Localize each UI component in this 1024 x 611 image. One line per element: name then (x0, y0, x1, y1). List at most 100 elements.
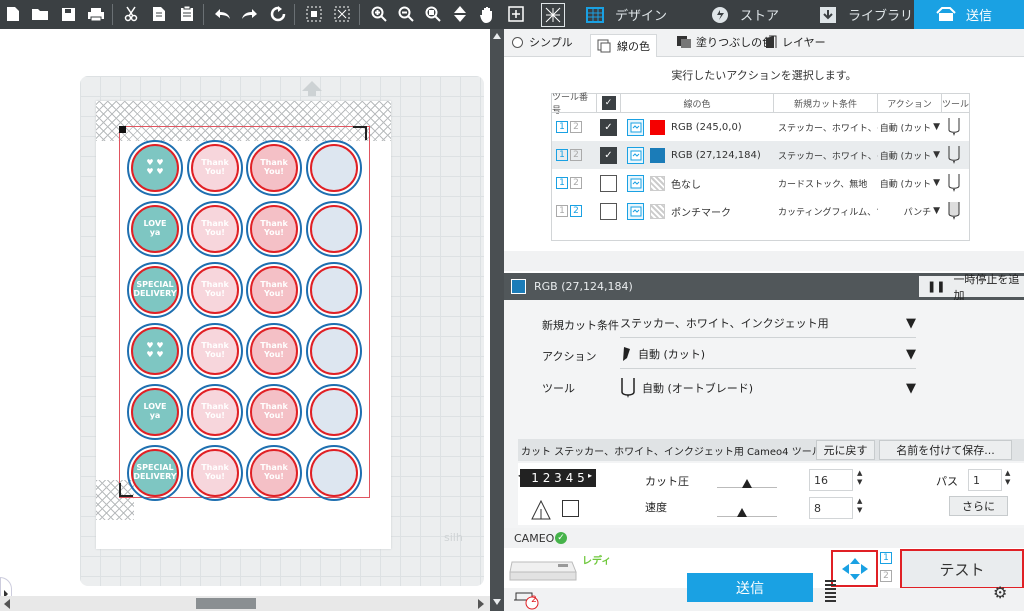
tab-fill-color[interactable]: 塗りつぶしの色 (676, 34, 773, 50)
redraw-icon[interactable] (267, 3, 289, 25)
new-cut-condition-dropdown[interactable]: ステッカー、ホワイト、インクジェット用 ▼ (620, 312, 916, 334)
checkbox-icon[interactable] (600, 174, 617, 192)
tab-design[interactable]: デザイン (585, 0, 692, 29)
tool-1-box[interactable]: 1 (556, 121, 568, 133)
sticker[interactable]: Thank You! (187, 384, 243, 440)
sticker[interactable]: ♥ ♥ ♥ ♥ (127, 140, 183, 196)
sticker[interactable]: Thank You! (187, 140, 243, 196)
sticker[interactable] (306, 323, 362, 379)
row-checkbox[interactable] (600, 169, 617, 197)
table-row[interactable]: 12 ポンチマーク カッティングフィルム、マッパンチ▼ (552, 197, 969, 225)
tool-cell[interactable] (947, 113, 961, 141)
scroll-down-arrow-icon[interactable] (493, 599, 501, 605)
table-row[interactable]: 12 ✓ RGB (245,0,0) ステッカー、ホワイト、イン自動 (カット▼ (552, 113, 969, 141)
copy-icon[interactable] (148, 3, 170, 25)
copy-settings-icon[interactable] (627, 202, 644, 220)
sticker[interactable]: SPECIAL DELIVERY (127, 445, 183, 501)
horizontal-scrollbar[interactable] (0, 596, 490, 611)
cut-scissors-icon[interactable] (120, 3, 142, 25)
row-checkbox[interactable] (600, 197, 617, 225)
sticker[interactable]: Thank You! (187, 323, 243, 379)
tab-simple[interactable]: シンプル (512, 34, 573, 50)
speed-slider[interactable] (717, 495, 777, 517)
scroll-thumb[interactable] (196, 598, 256, 609)
add-pause-button[interactable]: ❚❚ 一時停止を追加 (919, 273, 1024, 302)
sticker[interactable] (306, 262, 362, 318)
row-checkbox[interactable]: ✓ (600, 113, 617, 141)
sticker[interactable] (306, 140, 362, 196)
blade-right-arrow-icon[interactable]: ▸ (588, 471, 592, 480)
paste-icon[interactable] (176, 3, 198, 25)
cut-condition-cell[interactable]: ステッカー、ホワイト、イン (778, 141, 878, 169)
pass-input[interactable]: 1 (968, 469, 1002, 491)
tab-line-color[interactable]: 線の色 (590, 34, 657, 57)
row-checkbox[interactable]: ✓ (600, 141, 617, 169)
zoom-fit-icon[interactable] (422, 3, 444, 25)
sticker[interactable]: Thank You! (246, 201, 302, 257)
cut-condition-cell[interactable]: ステッカー、ホワイト、イン (778, 113, 878, 141)
sticker[interactable]: Thank You! (246, 262, 302, 318)
checkbox-icon[interactable]: ✓ (600, 118, 617, 136)
action-dropdown[interactable]: 自動 (カット) ▼ (620, 343, 916, 365)
sticker[interactable]: Thank You! (246, 140, 302, 196)
cut-condition-cell[interactable]: カードストック、無地 (778, 169, 878, 197)
scroll-left-arrow-icon[interactable] (4, 599, 10, 609)
redo-icon[interactable] (239, 3, 261, 25)
pan-hand-icon[interactable] (476, 3, 498, 25)
table-row[interactable]: 12 ✓ RGB (27,124,184) ステッカー、ホワイト、イン自動 (カット▼ (552, 141, 969, 169)
tool-2-box[interactable]: 2 (570, 177, 582, 189)
tool-2-box[interactable]: 2 (570, 121, 582, 133)
scroll-up-arrow-icon[interactable] (493, 33, 501, 39)
select-all-icon[interactable] (303, 3, 325, 25)
tool-2-box[interactable]: 2 (570, 149, 582, 161)
move-blade-button[interactable] (831, 550, 878, 587)
check-all-icon[interactable]: ✓ (601, 96, 616, 110)
tool-dropdown[interactable]: 自動 (オートブレード) ▼ (620, 374, 916, 402)
more-button[interactable]: さらに (949, 496, 1008, 516)
open-folder-icon[interactable] (29, 3, 51, 25)
design-panel-icon[interactable] (541, 3, 565, 27)
action-cell[interactable]: 自動 (カット ▼ (880, 141, 940, 169)
add-page-icon[interactable] (505, 3, 527, 25)
action-cell[interactable]: 自動 (カット ▼ (880, 113, 940, 141)
tool-number-cell[interactable]: 12 (556, 197, 584, 225)
tool-2-indicator[interactable]: 2 (880, 570, 892, 582)
sticker[interactable] (306, 384, 362, 440)
checkbox-icon[interactable]: ✓ (600, 146, 617, 164)
tool-cell[interactable] (947, 169, 961, 197)
sticker[interactable]: LOVE ya (127, 384, 183, 440)
sticker[interactable]: Thank You! (246, 445, 302, 501)
design-canvas[interactable]: ♥ ♥ ♥ ♥ Thank You! Thank You! LOVE ya Thank … (0, 29, 490, 611)
copy-settings-icon[interactable] (627, 118, 644, 136)
cut-condition-cell[interactable]: カッティングフィルム、マッ (778, 197, 878, 225)
copy-settings-icon[interactable] (627, 146, 644, 164)
col-check-all[interactable]: ✓ (597, 94, 621, 112)
table-row[interactable]: 1 2 色なし カードストック、無地 自動 (カット ▼ (552, 169, 969, 197)
tool-cell[interactable] (947, 141, 961, 169)
sticker[interactable] (306, 445, 362, 501)
vertical-scrollbar[interactable] (490, 29, 504, 611)
tab-library[interactable]: ライブラリ (816, 0, 926, 29)
sticker[interactable]: Thank You! (246, 323, 302, 379)
sticker[interactable]: Thank You! (246, 384, 302, 440)
sticker[interactable]: ♥ ♥ ♥ ♥ (127, 323, 183, 379)
sticker[interactable]: LOVE ya (127, 201, 183, 257)
blade-left-arrow-icon[interactable]: ◂ (518, 471, 522, 480)
tool-2-box[interactable]: 2 (570, 205, 582, 217)
tab-layer[interactable]: レイヤー (765, 34, 826, 50)
square-tool-icon[interactable] (562, 500, 579, 517)
sticker[interactable]: Thank You! (187, 262, 243, 318)
gear-icon[interactable]: ⚙ (993, 583, 1007, 602)
tool-number-cell[interactable]: 12 (556, 141, 584, 169)
blade-depth-selector[interactable]: 1 2 3 4 5 (520, 469, 596, 487)
tool-number-cell[interactable]: 12 (556, 169, 584, 197)
deselect-icon[interactable] (331, 3, 353, 25)
move-arrows-icon[interactable] (449, 3, 471, 25)
pass-spinner[interactable]: ▲ ▼ (1005, 469, 1013, 487)
zoom-out-icon[interactable] (395, 3, 417, 25)
tool-cell[interactable] (947, 197, 961, 225)
tool-1-box[interactable]: 1 (556, 205, 568, 217)
copy-settings-icon[interactable] (627, 174, 644, 192)
action-cell[interactable]: 自動 (カット ▼ (880, 169, 940, 197)
save-as-button[interactable]: 名前を付けて保存... (879, 440, 1012, 460)
